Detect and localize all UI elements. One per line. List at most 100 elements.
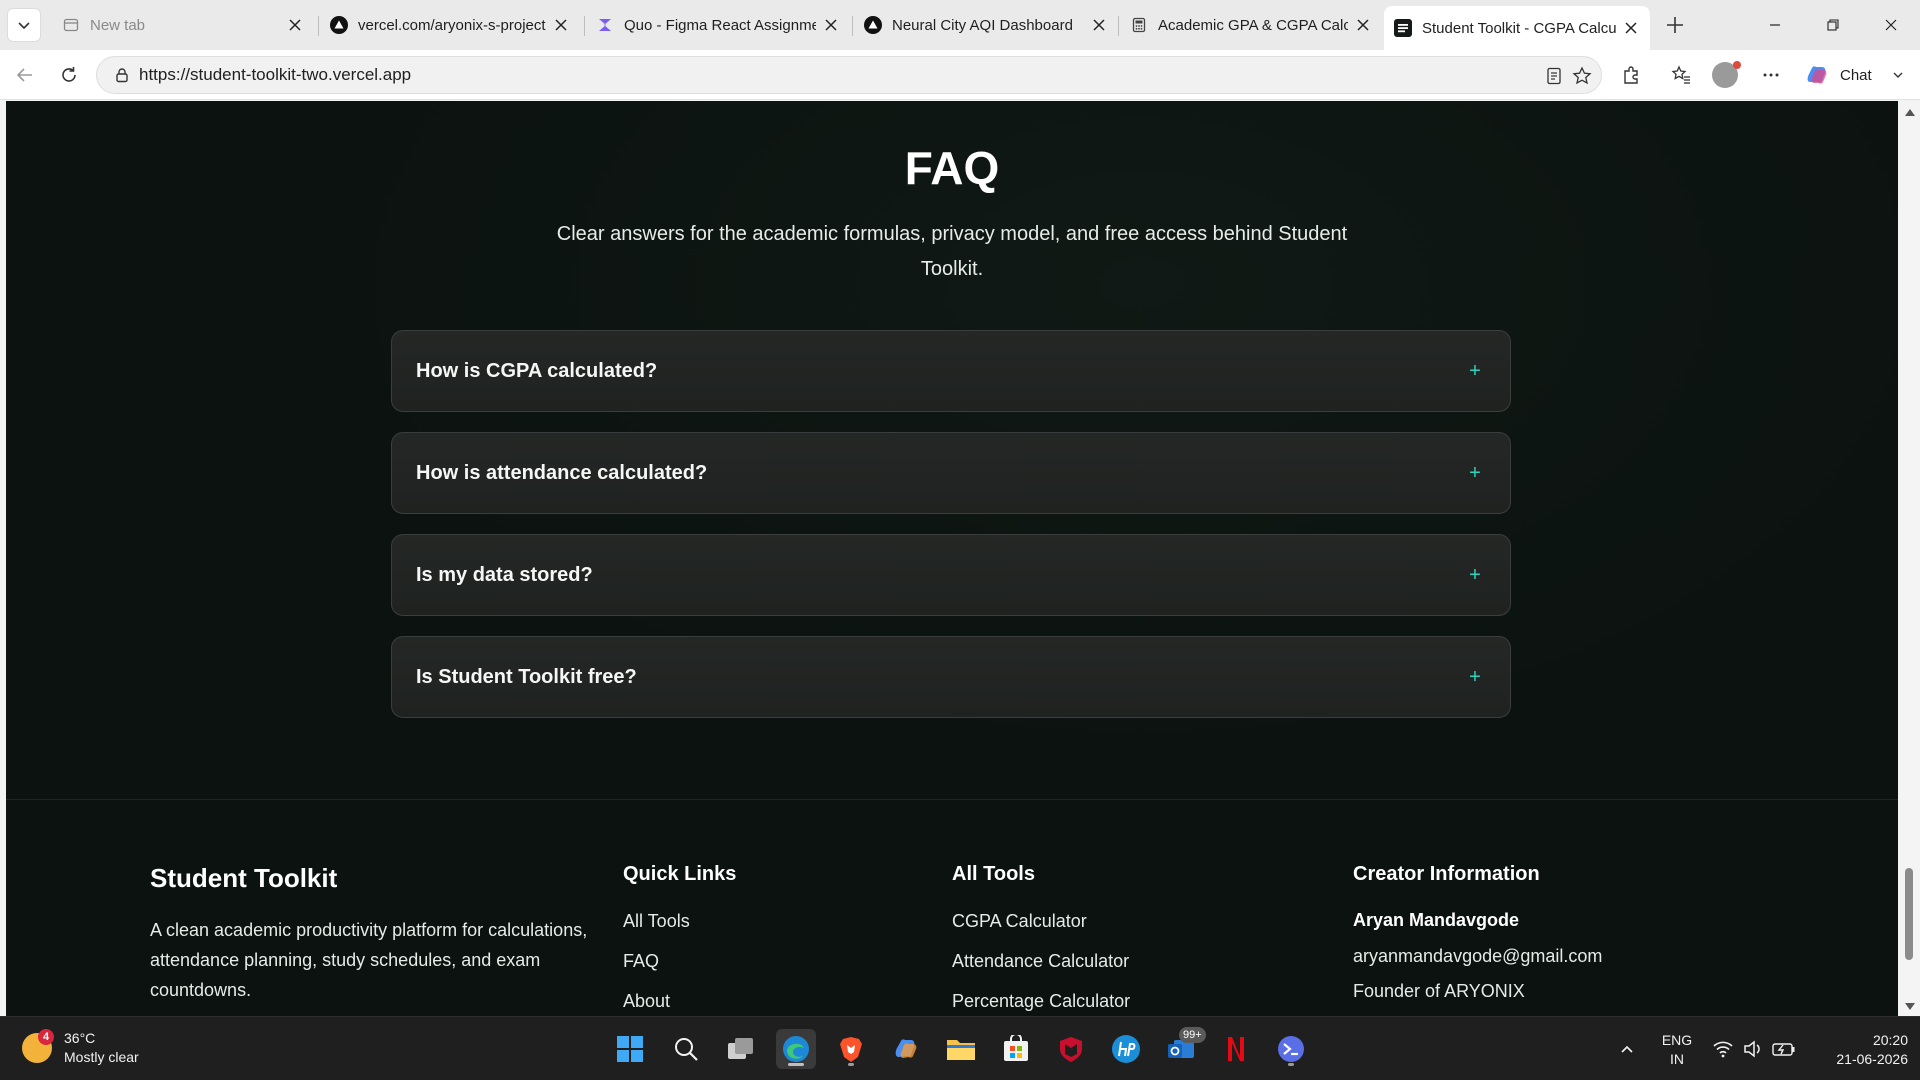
taskbar-netflix[interactable] [1216, 1029, 1256, 1069]
creator-name: Aryan Mandavgode [1353, 910, 1520, 930]
footer-link-all-tools[interactable]: All Tools [623, 911, 690, 932]
scroll-down-icon[interactable] [1905, 1003, 1915, 1010]
search-icon [675, 1038, 698, 1061]
footer-link-faq[interactable]: FAQ [623, 951, 659, 972]
taskbar-microsoft-store[interactable] [996, 1029, 1036, 1069]
extensions-button[interactable] [1616, 60, 1646, 90]
new-tab-button[interactable] [1660, 10, 1690, 40]
tab-academic-gpa[interactable]: Academic GPA & CGPA Calculator [1120, 6, 1382, 44]
faq-question: Is my data stored? [416, 563, 593, 586]
restore-button[interactable] [1804, 0, 1862, 50]
taskbar-mcafee[interactable] [1051, 1029, 1091, 1069]
favorite-star-icon[interactable] [1571, 65, 1593, 87]
reader-mode-icon[interactable] [1543, 65, 1565, 87]
tab-actions-menu-button[interactable] [7, 8, 41, 42]
taskbar-search-button[interactable] [666, 1029, 706, 1069]
footer-link-percentage-calculator[interactable]: Percentage Calculator [952, 991, 1130, 1012]
close-icon[interactable] [1354, 16, 1372, 34]
taskbar-app-powershell[interactable] [1271, 1029, 1311, 1069]
close-icon[interactable] [1622, 19, 1640, 37]
close-icon [1885, 19, 1897, 31]
folder-icon [947, 1040, 975, 1060]
task-view-button[interactable] [721, 1029, 761, 1069]
active-app-indicator [788, 1063, 804, 1066]
faq-subtitle: Clear answers for the academic formulas,… [556, 223, 1348, 280]
page-scrollbar[interactable] [1898, 101, 1920, 1016]
clock-time: 20:20 [1872, 1032, 1908, 1048]
language-indicator[interactable]: ENG IN [1657, 1031, 1697, 1069]
task-view-icon [728, 1038, 753, 1059]
footer-link-about[interactable]: About [623, 991, 670, 1012]
faq-item[interactable]: How is attendance calculated? + [391, 432, 1511, 514]
wifi-button[interactable] [1710, 1017, 1736, 1080]
weather-condition: Mostly clear [64, 1049, 139, 1065]
taskbar-hp[interactable] [1106, 1029, 1146, 1069]
plus-icon[interactable]: + [1464, 360, 1486, 382]
taskbar-file-explorer[interactable] [941, 1029, 981, 1069]
tab-quo-figma[interactable]: Quo - Figma React Assignment [586, 6, 850, 44]
close-icon[interactable] [822, 16, 840, 34]
close-icon[interactable] [552, 16, 570, 34]
scroll-up-icon[interactable] [1905, 109, 1915, 116]
chevron-down-icon [1893, 72, 1903, 78]
weather-temperature: 36°C [64, 1030, 96, 1046]
hp-logo-icon [1112, 1035, 1140, 1063]
plus-icon[interactable]: + [1464, 666, 1486, 688]
favorites-button[interactable] [1666, 60, 1696, 90]
tab-student-toolkit[interactable]: Student Toolkit - CGPA Calculator [1384, 6, 1650, 50]
start-button[interactable] [610, 1029, 650, 1069]
back-arrow-icon [16, 68, 32, 82]
tab-separator [584, 16, 585, 36]
footer-divider [6, 799, 1898, 800]
footer-brand: Student Toolkit [150, 863, 338, 893]
store-icon [1004, 1035, 1028, 1061]
refresh-button[interactable] [54, 60, 84, 90]
refresh-icon [62, 67, 76, 82]
tab-title: Student Toolkit - CGPA Calculator [1422, 19, 1616, 37]
tab-title: Neural City AQI Dashboard [892, 16, 1073, 34]
show-hidden-icons-button[interactable] [1614, 1017, 1640, 1080]
tab-neural-city-aqi[interactable]: Neural City AQI Dashboard [854, 6, 1118, 44]
scrollbar-thumb[interactable] [1905, 868, 1913, 960]
close-icon[interactable] [1090, 16, 1108, 34]
tab-vercel-projects[interactable]: vercel.com/aryonix-s-projects [320, 6, 580, 44]
footer-all-tools-heading: All Tools [952, 863, 1035, 885]
copilot-chat-button[interactable]: Chat [1800, 58, 1914, 92]
site-info-icon[interactable] [105, 56, 139, 94]
tab-new-tab[interactable]: New tab [52, 6, 314, 44]
copilot-icon [895, 1039, 917, 1058]
taskbar-brave[interactable] [831, 1029, 871, 1069]
plus-icon[interactable]: + [1464, 564, 1486, 586]
taskbar-copilot[interactable] [886, 1029, 926, 1069]
faq-item[interactable]: How is CGPA calculated? + [391, 330, 1511, 412]
volume-button[interactable] [1740, 1017, 1766, 1080]
brave-icon [840, 1037, 862, 1062]
creator-email-link[interactable]: aryanmandavgode@gmail.com [1353, 946, 1602, 967]
chat-label: Chat [1840, 66, 1872, 84]
system-clock[interactable]: 20:20 21-06-2026 [1808, 1031, 1908, 1069]
faq-question: How is attendance calculated? [416, 461, 708, 484]
favorites-list-icon [1671, 65, 1690, 84]
back-button[interactable] [10, 60, 40, 90]
faq-item[interactable]: Is my data stored? + [391, 534, 1511, 616]
footer-link-cgpa-calculator[interactable]: CGPA Calculator [952, 911, 1087, 932]
plus-icon[interactable]: + [1464, 462, 1486, 484]
faq-heading: FAQ [904, 142, 1000, 194]
wifi-icon [1713, 1041, 1733, 1058]
weather-widget[interactable]: 4 36°C Mostly clear [22, 1029, 139, 1067]
close-icon[interactable] [286, 16, 304, 34]
battery-button[interactable] [1770, 1017, 1798, 1080]
restore-icon [1827, 19, 1839, 31]
url-text[interactable]: https://student-toolkit-two.vercel.app [139, 65, 411, 85]
minimize-button[interactable] [1746, 0, 1804, 50]
footer-link-attendance-calculator[interactable]: Attendance Calculator [952, 951, 1129, 972]
more-options-button[interactable] [1756, 60, 1786, 90]
taskbar-edge[interactable] [776, 1029, 816, 1069]
close-window-button[interactable] [1862, 0, 1920, 50]
faq-item[interactable]: Is Student Toolkit free? + [391, 636, 1511, 718]
taskbar-outlook[interactable]: 99+ [1161, 1027, 1206, 1069]
address-bar[interactable]: https://student-toolkit-two.vercel.app [96, 56, 1602, 94]
tab-separator [318, 16, 319, 36]
chevron-down-icon [18, 22, 30, 30]
minimize-icon [1770, 24, 1780, 26]
